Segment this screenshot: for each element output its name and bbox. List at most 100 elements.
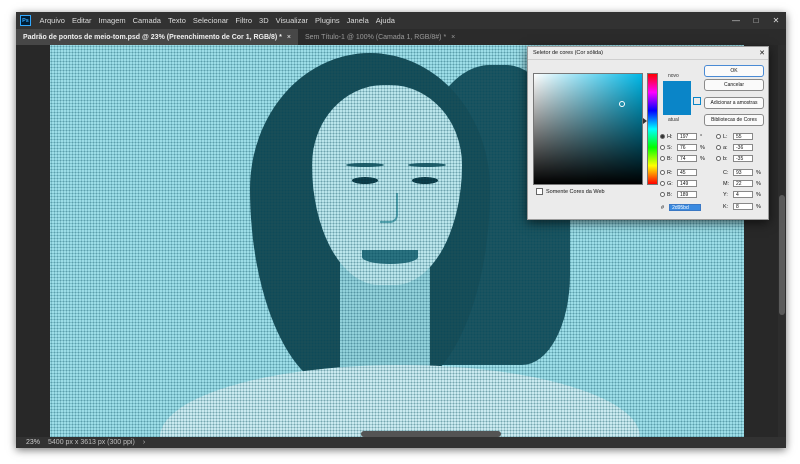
- menu-3d[interactable]: 3D: [256, 16, 273, 25]
- a-field[interactable]: -36: [733, 144, 753, 151]
- r-label: R:: [667, 169, 673, 176]
- dialog-close-icon[interactable]: ✕: [756, 49, 768, 57]
- menu-imagem[interactable]: Imagem: [95, 16, 129, 25]
- tab-label: Sem Título-1 @ 100% (Camada 1, RGB/8#) *: [304, 33, 447, 41]
- tab-halftone-document[interactable]: Padrão de pontos de meio-tom.psd @ 23% (…: [16, 29, 298, 45]
- window-controls: — □ ✕: [726, 16, 786, 25]
- b-radio[interactable]: [660, 156, 665, 161]
- lab-l-row: L: 55: [716, 132, 753, 141]
- status-menu-arrow-icon[interactable]: ›: [143, 439, 145, 446]
- hex-field[interactable]: 2d95bd: [669, 204, 702, 211]
- status-bar: 23% 5400 px x 3613 px (300 ppi) ›: [16, 437, 786, 448]
- rgb-b-label: B:: [667, 191, 673, 198]
- k-unit: %: [756, 203, 761, 210]
- tab-close-icon[interactable]: ×: [451, 34, 455, 41]
- s-unit: %: [700, 144, 705, 151]
- h-radio[interactable]: [660, 134, 665, 139]
- web-safe-cube-icon[interactable]: [693, 97, 701, 105]
- s-radio[interactable]: [660, 145, 665, 150]
- menu-camada[interactable]: Camada: [129, 16, 164, 25]
- h-field[interactable]: 197: [677, 133, 697, 140]
- r-radio[interactable]: [660, 170, 665, 175]
- rgb-b-field[interactable]: 189: [677, 191, 697, 198]
- lab-b-radio[interactable]: [716, 156, 721, 161]
- new-color-swatch: [663, 81, 691, 98]
- cmyk-y-row: Y: 4 %: [723, 190, 761, 199]
- menu-editar[interactable]: Editar: [68, 16, 95, 25]
- hue-slider[interactable]: [647, 73, 658, 185]
- web-colors-only-label: Somente Cores da Web: [546, 188, 605, 195]
- a-radio[interactable]: [716, 145, 721, 150]
- rgb-g-row: G: 149: [660, 179, 697, 188]
- web-colors-only-row[interactable]: Somente Cores da Web: [536, 188, 605, 195]
- lab-b-field[interactable]: -35: [733, 155, 753, 162]
- l-radio[interactable]: [716, 134, 721, 139]
- close-icon[interactable]: ✕: [766, 16, 786, 25]
- g-label: G:: [667, 180, 673, 187]
- hsb-s-row: S: 76 %: [660, 143, 705, 152]
- hex-label: #: [661, 204, 665, 211]
- new-color-label: novo: [668, 73, 679, 79]
- current-color-label: atual: [668, 117, 679, 123]
- rgb-b-radio[interactable]: [660, 192, 665, 197]
- minimize-icon[interactable]: —: [726, 16, 746, 25]
- hsb-h-row: H: 197 °: [660, 132, 702, 141]
- m-label: M:: [723, 180, 730, 187]
- menu-visualizar[interactable]: Visualizar: [272, 16, 311, 25]
- menu-filtro[interactable]: Filtro: [232, 16, 256, 25]
- menu-selecionar[interactable]: Selecionar: [189, 16, 231, 25]
- s-field[interactable]: 76: [677, 144, 697, 151]
- vertical-scrollbar[interactable]: [778, 45, 786, 437]
- hex-row: # 2d95bd: [661, 204, 702, 211]
- b-label: B:: [667, 155, 673, 162]
- c-unit: %: [756, 169, 761, 176]
- m-unit: %: [756, 180, 761, 187]
- vertical-scrollbar-thumb[interactable]: [779, 195, 785, 315]
- lab-b-label: b:: [723, 155, 728, 162]
- b-field[interactable]: 74: [677, 155, 697, 162]
- menu-texto[interactable]: Texto: [164, 16, 189, 25]
- web-colors-only-checkbox[interactable]: [536, 188, 543, 195]
- color-field-cursor[interactable]: [619, 101, 625, 107]
- tab-close-icon[interactable]: ×: [287, 34, 291, 41]
- y-unit: %: [756, 191, 761, 198]
- s-label: S:: [667, 144, 673, 151]
- document-tabs: Padrão de pontos de meio-tom.psd @ 23% (…: [16, 29, 786, 45]
- current-color-swatch[interactable]: [663, 98, 691, 115]
- cmyk-c-row: C: 93 %: [723, 168, 761, 177]
- h-label: H:: [667, 133, 673, 140]
- b-unit: %: [700, 155, 705, 162]
- add-to-swatches-button[interactable]: Adicionar a amostras: [704, 97, 764, 109]
- k-field[interactable]: 8: [733, 203, 753, 210]
- l-field[interactable]: 55: [733, 133, 753, 140]
- y-label: Y:: [723, 191, 728, 198]
- g-radio[interactable]: [660, 181, 665, 186]
- menu-ajuda[interactable]: Ajuda: [372, 16, 398, 25]
- dialog-title: Seletor de cores (Cor sólida): [533, 50, 604, 56]
- color-field[interactable]: [533, 73, 643, 185]
- menu-arquivo[interactable]: Arquivo: [36, 16, 68, 25]
- l-label: L:: [723, 133, 728, 140]
- cancel-button[interactable]: Cancelar: [704, 79, 764, 91]
- color-picker-dialog: Seletor de cores (Cor sólida) ✕ novo atu…: [527, 46, 769, 220]
- g-field[interactable]: 149: [677, 180, 697, 187]
- tab-untitled-document[interactable]: Sem Título-1 @ 100% (Camada 1, RGB/8#) *…: [298, 29, 462, 45]
- maximize-icon[interactable]: □: [746, 16, 766, 25]
- hsb-b-row: B: 74 %: [660, 154, 705, 163]
- zoom-level[interactable]: 23%: [16, 439, 48, 446]
- cmyk-k-row: K: 8 %: [723, 202, 761, 211]
- color-libraries-button[interactable]: Bibliotecas de Cores: [704, 114, 764, 126]
- rgb-b-row: B: 189: [660, 190, 697, 199]
- lab-b-row: b: -35: [716, 154, 753, 163]
- h-unit: °: [700, 133, 703, 140]
- ok-button[interactable]: OK: [704, 65, 764, 77]
- dialog-title-bar: Seletor de cores (Cor sólida) ✕: [528, 47, 768, 60]
- c-field[interactable]: 93: [733, 169, 753, 176]
- menu-plugins[interactable]: Plugins: [312, 16, 344, 25]
- rgb-r-row: R: 45: [660, 168, 697, 177]
- menu-bar: Ps Arquivo Editar Imagem Camada Texto Se…: [16, 12, 786, 29]
- r-field[interactable]: 45: [677, 169, 697, 176]
- y-field[interactable]: 4: [733, 191, 753, 198]
- m-field[interactable]: 22: [733, 180, 753, 187]
- menu-janela[interactable]: Janela: [343, 16, 372, 25]
